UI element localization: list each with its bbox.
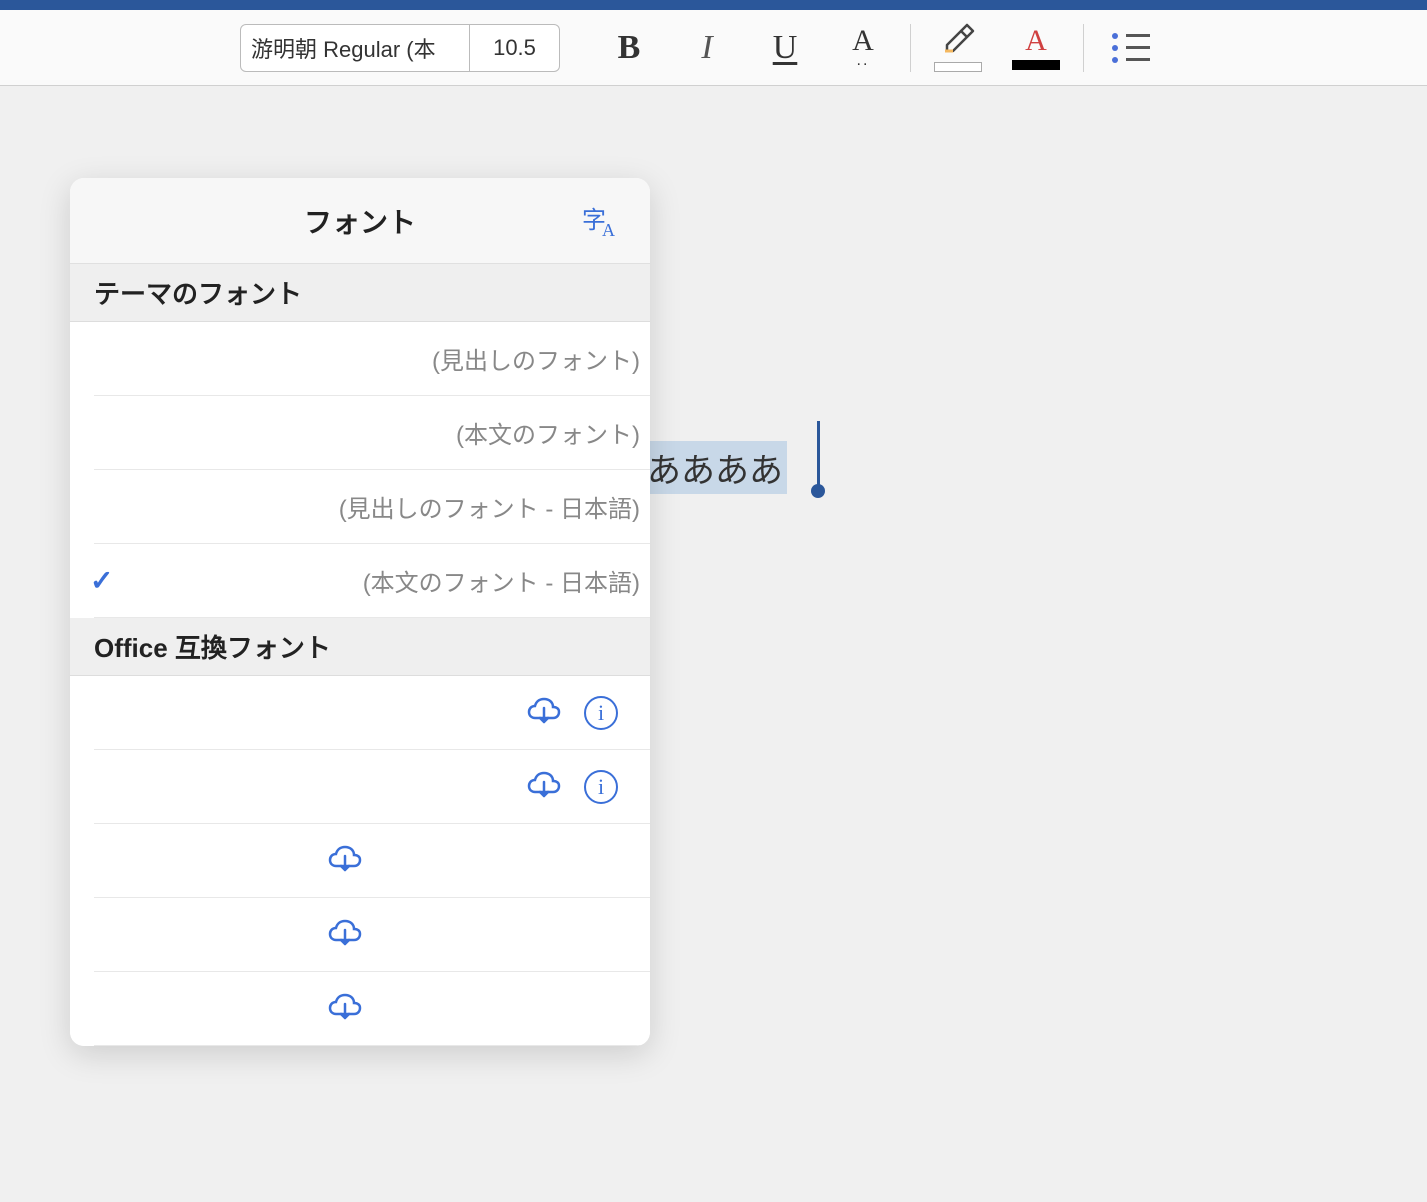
cloud-download-icon[interactable] xyxy=(526,766,562,807)
cloud-download-icon[interactable] xyxy=(526,692,562,733)
bold-button[interactable]: B xyxy=(590,18,668,78)
font-item-label: (見出しのフォント - 日本語) xyxy=(339,489,640,524)
section-header-theme-fonts: テーマのフォント xyxy=(70,264,650,322)
section-header-office-fonts: Office 互換フォント xyxy=(70,618,650,676)
font-effects-button[interactable]: A .. xyxy=(824,18,902,78)
checkmark-icon: ✓ xyxy=(90,564,113,597)
bold-icon: B xyxy=(618,29,641,67)
popover-title: フォント xyxy=(304,201,416,241)
font-color-button[interactable]: A xyxy=(997,18,1075,78)
font-effects-dots: .. xyxy=(857,52,870,70)
popover-header: フォント 字 A xyxy=(70,178,650,264)
font-options-icon[interactable]: 字 A xyxy=(580,206,620,250)
bullet-list-button[interactable] xyxy=(1092,18,1170,78)
cloud-download-icon[interactable] xyxy=(327,840,407,881)
toolbar-divider xyxy=(910,24,911,72)
selection-handle[interactable] xyxy=(817,421,820,493)
cloud-download-icon[interactable] xyxy=(327,914,407,955)
font-picker-popover: フォント 字 A テーマのフォント (見出しのフォント) (本文のフォント) (… xyxy=(70,178,650,1046)
info-icon[interactable]: i xyxy=(584,696,618,730)
italic-button[interactable]: I xyxy=(668,18,746,78)
app-title-bar xyxy=(0,0,1427,10)
font-name-value: 游明朝 Regular (本 xyxy=(251,32,436,64)
underline-button[interactable]: U xyxy=(746,18,824,78)
highlight-swatch xyxy=(934,62,982,72)
font-item-heading[interactable]: (見出しのフォント) xyxy=(94,322,650,396)
svg-text:A: A xyxy=(602,220,615,240)
office-fonts-list: i i xyxy=(70,676,650,1046)
selected-text[interactable]: ああああ xyxy=(645,441,787,494)
italic-icon: I xyxy=(701,29,712,67)
font-item-downloadable[interactable] xyxy=(94,972,650,1046)
font-color-swatch xyxy=(1012,60,1060,70)
font-size-input[interactable]: 10.5 xyxy=(470,24,560,72)
font-item-downloadable[interactable] xyxy=(94,898,650,972)
font-item-body-jp[interactable]: ✓ (本文のフォント - 日本語) xyxy=(94,544,650,618)
font-item-downloadable[interactable] xyxy=(94,824,650,898)
font-item-body[interactable]: (本文のフォント) xyxy=(94,396,650,470)
cloud-download-icon[interactable] xyxy=(327,988,407,1029)
font-item-label: (見出しのフォント) xyxy=(432,341,640,376)
font-color-icon: A xyxy=(1025,26,1047,56)
underline-icon: U xyxy=(773,29,798,67)
info-icon[interactable]: i xyxy=(584,770,618,804)
font-name-input[interactable]: 游明朝 Regular (本 xyxy=(240,24,470,72)
highlight-button[interactable] xyxy=(919,18,997,78)
font-item-downloadable[interactable]: i xyxy=(94,750,650,824)
font-item-label: (本文のフォント - 日本語) xyxy=(363,563,640,598)
bullet-list-icon xyxy=(1112,33,1150,63)
toolbar-divider-2 xyxy=(1083,24,1084,72)
document-canvas[interactable]: ああああ フォント 字 A テーマのフォント (見出しのフォント) (本文のフォ… xyxy=(0,86,1427,1202)
formatting-toolbar: 游明朝 Regular (本 10.5 B I U A .. A xyxy=(0,10,1427,86)
theme-fonts-list: (見出しのフォント) (本文のフォント) (見出しのフォント - 日本語) ✓ … xyxy=(70,322,650,618)
font-size-value: 10.5 xyxy=(493,35,536,61)
font-item-downloadable[interactable]: i xyxy=(94,676,650,750)
highlight-icon xyxy=(941,23,975,58)
selection-handle-dot[interactable] xyxy=(811,484,825,498)
font-item-label: (本文のフォント) xyxy=(456,415,640,450)
font-item-heading-jp[interactable]: (見出しのフォント - 日本語) xyxy=(94,470,650,544)
